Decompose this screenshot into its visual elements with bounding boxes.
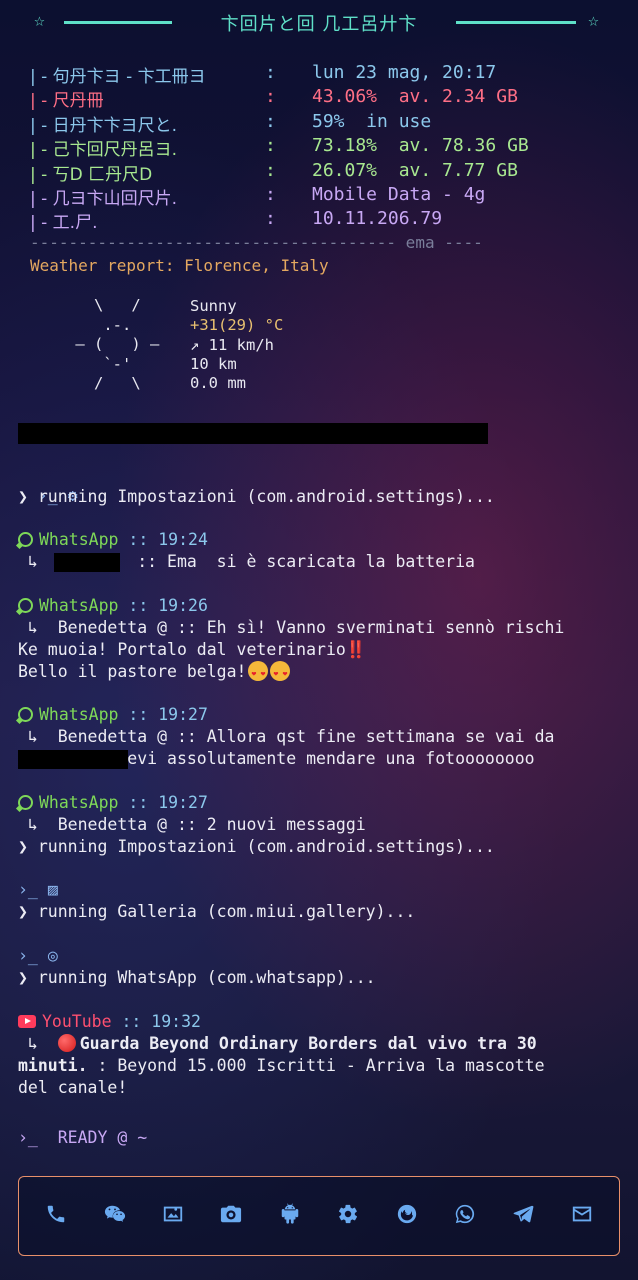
android-icon xyxy=(279,1203,301,1229)
sysinfo-key: | - 几ヨ卞山回尺片. xyxy=(30,189,178,209)
sysinfo-colon: : xyxy=(265,160,276,181)
star-right-icon: ☆ xyxy=(588,10,599,31)
settings-icon xyxy=(337,1203,359,1229)
firefox-button[interactable] xyxy=(387,1196,427,1236)
heart-eyes-emoji-icon xyxy=(270,661,291,685)
phone-button[interactable] xyxy=(36,1196,76,1236)
running-line: ❯ running Impostazioni (com.android.sett… xyxy=(18,837,495,856)
notification-body-line: Bello il pastore belga! xyxy=(18,661,291,685)
notification-header: WhatsApp :: 19:26 xyxy=(18,595,208,617)
whatsapp-icon: ◎ xyxy=(47,946,58,965)
telegram-button[interactable] xyxy=(503,1196,543,1236)
sysinfo-colon: : xyxy=(265,62,276,83)
camera-button[interactable] xyxy=(211,1196,251,1236)
redacted-name xyxy=(18,750,128,769)
gallery-icon xyxy=(162,1203,184,1229)
sysinfo-value: lun 23 mag, 20:17 xyxy=(312,62,497,83)
youtube-icon xyxy=(18,1015,36,1028)
weather-precip: 0.0 mm xyxy=(190,374,246,392)
sysinfo-key: | - 工.尸. xyxy=(30,213,98,233)
android-button[interactable] xyxy=(270,1196,310,1236)
sysinfo-value: Mobile Data - 4g xyxy=(312,184,486,205)
sysinfo-key: | - 句丹卞ヨ - 卞工冊ヨ xyxy=(30,67,206,87)
whatsapp-icon xyxy=(454,1203,476,1229)
whatsapp-icon xyxy=(18,598,33,613)
divider: -------------------------------------- e… xyxy=(30,233,483,252)
notification-body-line: minuti. : Beyond 15.000 Iscritti - Arriv… xyxy=(18,1056,545,1075)
notification-body-line: Ke muoia! Portalo dal veterinario‼️ xyxy=(18,640,367,659)
camera-icon xyxy=(220,1203,242,1229)
notification-header: YouTube :: 19:32 xyxy=(18,1011,201,1033)
whatsapp-icon xyxy=(18,707,33,722)
notification-body: ↳ Benedetta @ :: 2 nuovi messaggi xyxy=(18,815,366,834)
firefox-icon xyxy=(396,1203,418,1229)
sysinfo-key: | - 尺丹冊 xyxy=(30,91,104,111)
whatsapp-icon xyxy=(18,532,33,547)
settings-button[interactable] xyxy=(328,1196,368,1236)
weather-visibility: 10 km xyxy=(190,355,237,373)
sysinfo-key: | - 日丹卞卞ヨ尺と. xyxy=(30,116,178,136)
redacted-block xyxy=(18,423,488,444)
notification-header: WhatsApp :: 19:24 xyxy=(18,529,208,551)
mail-button[interactable] xyxy=(562,1196,602,1236)
sysinfo-colon: : xyxy=(265,135,276,156)
ready-prompt[interactable]: ›_ READY @ ~ xyxy=(18,1127,147,1149)
sysinfo-colon: : xyxy=(265,86,276,107)
notification-body: ↳ Benedetta @ :: Allora qst fine settima… xyxy=(18,727,555,746)
mail-icon xyxy=(571,1203,593,1229)
gallery-icon: ▨ xyxy=(47,880,58,899)
whatsapp-icon xyxy=(18,795,33,810)
notification-header: WhatsApp :: 19:27 xyxy=(18,704,208,726)
red-circle-icon xyxy=(57,1034,76,1052)
gallery-button[interactable] xyxy=(153,1196,193,1236)
whatsapp-button[interactable] xyxy=(445,1196,485,1236)
sysinfo-value: 26.07% av. 7.77 GB xyxy=(312,160,518,181)
sysinfo-value: 59% in use xyxy=(312,111,432,132)
heart-eyes-emoji-icon xyxy=(248,661,269,685)
wechat-icon xyxy=(104,1203,126,1229)
header-rule-right xyxy=(456,21,576,24)
prompt-line: ›_ ▨ xyxy=(18,880,58,899)
notification-body: ↳ Guarda Beyond Ordinary Borders dal viv… xyxy=(18,1034,537,1053)
sysinfo-colon: : xyxy=(265,208,276,229)
notification-header: WhatsApp :: 19:27 xyxy=(18,792,208,814)
sysinfo-colon: : xyxy=(265,184,276,205)
weather-wind: ↗ 11 km/h xyxy=(190,336,274,354)
sun-ascii-icon: \ / .-. ― ( ) ― `-' / \ xyxy=(75,296,160,392)
sysinfo-key: | - 丂D 匚丹尺D xyxy=(30,165,153,185)
phone-icon xyxy=(45,1203,67,1229)
sysinfo-key: | - 己卞回尺丹呂ヨ. xyxy=(30,140,178,160)
sysinfo-value: 10.11.206.79 xyxy=(312,208,443,229)
sysinfo-value: 73.18% av. 78.36 GB xyxy=(312,135,529,156)
app-dock xyxy=(18,1176,620,1256)
weather-title: Weather report: Florence, Italy xyxy=(30,256,329,275)
wechat-button[interactable] xyxy=(95,1196,135,1236)
redacted-name xyxy=(54,553,120,572)
running-line: ❯ running WhatsApp (com.whatsapp)... xyxy=(18,968,376,987)
sysinfo-value: 43.06% av. 2.34 GB xyxy=(312,86,518,107)
weather-temp: +31(29) °C xyxy=(190,316,284,334)
sysinfo-colon: : xyxy=(265,111,276,132)
weather-condition: Sunny xyxy=(190,297,237,315)
telegram-icon xyxy=(512,1203,534,1229)
running-line: ❯ running Galleria (com.miui.gallery)... xyxy=(18,902,416,921)
running-line: ❯ running Impostazioni (com.android.sett… xyxy=(18,487,495,506)
prompt-line: ›_ ◎ xyxy=(18,946,58,965)
notification-body-line: del canale! xyxy=(18,1078,128,1097)
notification-body: ↳ Benedetta @ :: Eh sì! Vanno sverminati… xyxy=(18,618,565,637)
